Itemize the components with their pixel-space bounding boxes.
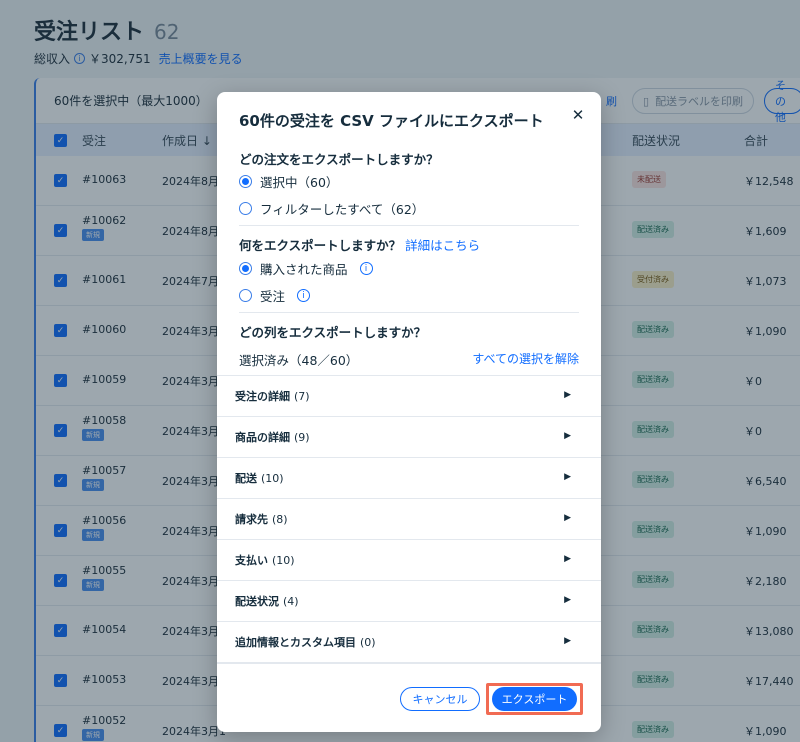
chevron-right-icon[interactable]: ▶ [564,554,571,564]
export-modal: 60件の受注を CSV ファイルにエクスポート ✕ どの注文をエクスポートします… [217,92,601,732]
column-sections: 受注の詳細 (7) ▶ 商品の詳細 (9) ▶ 配送 (10) ▶ 請求先 (8) ▶ 支払い (10) ▶… [217,375,601,663]
column-section-item[interactable]: 配送 (10) ▶ [217,458,601,499]
section-count: (4) [283,594,299,608]
radio-on-icon[interactable] [239,175,252,188]
section-count: (10) [272,553,295,567]
radio-orders[interactable]: 受注 i [239,286,311,305]
section-label: 配送状況 [235,595,279,608]
info-icon[interactable]: i [359,262,373,275]
section-label: 請求先 [235,513,268,526]
learn-more-link[interactable]: 詳細はこちら [405,238,480,253]
section-count: (0) [360,635,376,649]
export-highlight: エクスポート [486,683,583,715]
divider [239,312,579,313]
chevron-right-icon[interactable]: ▶ [564,595,571,605]
radio-selected-label: 選択中（60） [260,175,339,190]
column-section-item[interactable]: 請求先 (8) ▶ [217,499,601,540]
q-which-columns: どの列をエクスポートしますか？ [239,325,427,340]
selected-columns-count: 選択済み（48／60） [239,353,359,368]
radio-off-icon[interactable] [239,202,252,215]
chevron-right-icon[interactable]: ▶ [564,390,571,400]
section-count: (10) [261,471,284,485]
divider [239,225,579,226]
q-what-export: 何をエクスポートしますか？ 詳細はこちら [239,235,480,254]
radio-filtered-label: フィルターしたすべて（62） [260,202,425,217]
radio-items-label: 購入された商品 [260,262,348,277]
section-count: (9) [294,430,310,444]
footer-divider [217,663,601,664]
modal-title: 60件の受注を CSV ファイルにエクスポート [239,112,544,130]
section-label: 受注の詳細 [235,390,290,403]
section-count: (7) [294,389,310,403]
column-section-item[interactable]: 支払い (10) ▶ [217,540,601,581]
info-icon[interactable]: i [297,289,311,302]
radio-orders-label: 受注 [260,289,286,304]
chevron-right-icon[interactable]: ▶ [564,472,571,482]
column-section-item[interactable]: 配送状況 (4) ▶ [217,581,601,622]
section-count: (8) [272,512,288,526]
chevron-right-icon[interactable]: ▶ [564,636,571,646]
close-icon[interactable]: ✕ [569,106,587,124]
export-button[interactable]: エクスポート [492,687,577,711]
q-what-export-text: 何をエクスポートしますか？ [239,238,402,253]
cancel-button[interactable]: キャンセル [400,687,480,711]
section-label: 配送 [235,472,257,485]
chevron-right-icon[interactable]: ▶ [564,431,571,441]
section-label: 支払い [235,554,268,567]
section-label: 商品の詳細 [235,431,290,444]
radio-filtered[interactable]: フィルターしたすべて（62） [239,199,424,218]
column-section-item[interactable]: 追加情報とカスタム項目 (0) ▶ [217,622,601,663]
q-which-orders: どの注文をエクスポートしますか？ [239,152,439,167]
radio-off-icon[interactable] [239,289,252,302]
radio-items[interactable]: 購入された商品 i [239,259,373,278]
chevron-right-icon[interactable]: ▶ [564,513,571,523]
deselect-all-link[interactable]: すべての選択を解除 [472,350,579,367]
column-section-item[interactable]: 商品の詳細 (9) ▶ [217,417,601,458]
radio-selected[interactable]: 選択中（60） [239,172,338,191]
radio-on-icon[interactable] [239,262,252,275]
column-section-item[interactable]: 受注の詳細 (7) ▶ [217,376,601,417]
section-label: 追加情報とカスタム項目 [235,636,356,649]
